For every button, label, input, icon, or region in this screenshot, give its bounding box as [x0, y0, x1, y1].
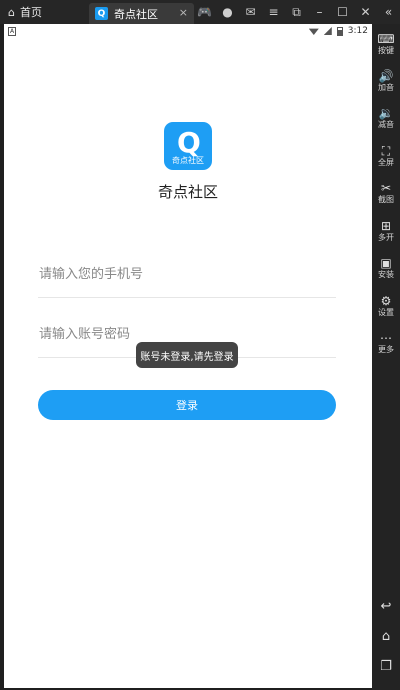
sidebar-item-4[interactable]: ✂ 截图 — [372, 181, 400, 205]
mail-icon[interactable]: ✉ — [239, 5, 262, 19]
scissors-icon: ✂ — [380, 181, 392, 195]
sidebar-item-label: 更多 — [378, 345, 394, 354]
menu-icon[interactable]: ≡ — [262, 5, 285, 19]
password-placeholder: 请输入账号密码 — [39, 327, 131, 342]
status-app-badge: A — [8, 27, 16, 36]
sidebar-item-2[interactable]: 🔉 减音 — [372, 106, 400, 130]
phone-placeholder: 请输入您的手机号 — [39, 267, 144, 282]
collapse-icon[interactable]: « — [377, 5, 400, 19]
emulator-sidebar: ⌨ 按键 🔊 加音 🔉 减音 ⛶ 全屏 ✂ 截图 ⊞ 多开 ▣ 安装 ⚙ 设置 ⋯ 更多 ↩ ⌂ ❐ — [372, 24, 400, 690]
gear-icon: ⚙ — [380, 294, 392, 308]
gamepad-icon[interactable]: 🎮 — [193, 5, 216, 19]
battery-icon — [336, 26, 343, 36]
back-icon[interactable]: ↩ — [372, 599, 400, 614]
emulator-window: ⌂ 首页 Q 奇点社区 × 🎮 ● ✉ ≡ ⧉ – ☐ ✕ « A 3:12 Q… — [0, 0, 400, 690]
close-icon[interactable]: ✕ — [354, 5, 377, 19]
fullscreen-icon: ⛶ — [381, 144, 391, 158]
sidebar-item-8[interactable]: ⋯ 更多 — [372, 331, 400, 355]
toast-message: 账号未登录,请先登录 — [136, 342, 238, 368]
app-tab-icon: Q — [95, 7, 108, 20]
title-bar: ⌂ 首页 Q 奇点社区 × 🎮 ● ✉ ≡ ⧉ – ☐ ✕ « — [0, 0, 400, 24]
sidebar-item-3[interactable]: ⛶ 全屏 — [372, 144, 400, 168]
tab-home[interactable]: ⌂ 首页 — [8, 4, 42, 20]
user-icon[interactable]: ● — [216, 5, 239, 19]
status-time: 3:12 — [347, 26, 368, 36]
home-icon[interactable]: ⌂ — [372, 629, 400, 644]
apk-install-icon: ▣ — [380, 256, 392, 270]
sidebar-item-label: 全屏 — [378, 158, 394, 167]
sidebar-item-0[interactable]: ⌨ 按键 — [372, 32, 400, 56]
logo-text: 奇点社区 — [172, 156, 204, 165]
tab-app-label: 奇点社区 — [114, 7, 158, 21]
minimize-icon[interactable]: – — [308, 5, 331, 19]
wifi-icon — [308, 28, 319, 35]
phone-screen: A 3:12 Q 奇点社区 奇点社区 请输入您的手机号 请输入账号密码 账号未登… — [4, 24, 372, 688]
sidebar-item-label: 安装 — [378, 270, 394, 279]
sidebar-item-6[interactable]: ▣ 安装 — [372, 256, 400, 280]
tab-close-icon[interactable]: × — [179, 6, 188, 19]
sidebar-item-1[interactable]: 🔊 加音 — [372, 69, 400, 93]
sidebar-item-label: 按键 — [378, 46, 394, 55]
window-controls: 🎮 ● ✉ ≡ ⧉ – ☐ ✕ « — [193, 0, 400, 24]
keyboard-icon: ⌨ — [377, 32, 395, 46]
tab-home-label: 首页 — [19, 6, 42, 19]
status-right: 3:12 — [308, 26, 368, 36]
sidebar-item-label: 多开 — [378, 233, 394, 242]
app-logo: Q 奇点社区 — [164, 122, 212, 170]
sidebar-item-label: 截图 — [378, 195, 394, 204]
sidebar-item-7[interactable]: ⚙ 设置 — [372, 294, 400, 318]
maximize-icon[interactable]: ☐ — [331, 5, 354, 19]
volume-up-icon: 🔊 — [378, 69, 394, 83]
login-button[interactable]: 登录 — [38, 390, 336, 420]
sidebar-item-label: 减音 — [378, 120, 394, 129]
multi-instance-icon: ⊞ — [380, 219, 392, 233]
more-icon: ⋯ — [380, 331, 392, 345]
home-icon: ⌂ — [8, 5, 15, 19]
status-bar: A 3:12 — [4, 24, 372, 40]
signal-icon — [323, 27, 332, 35]
volume-down-icon: 🔉 — [378, 106, 394, 120]
app-name: 奇点社区 — [157, 183, 218, 201]
tab-app[interactable]: Q 奇点社区 × — [89, 3, 194, 24]
recent-apps-icon[interactable]: ❐ — [372, 659, 400, 674]
popout-icon[interactable]: ⧉ — [285, 5, 308, 20]
sidebar-item-5[interactable]: ⊞ 多开 — [372, 219, 400, 243]
sidebar-item-label: 加音 — [378, 83, 394, 92]
sidebar-item-label: 设置 — [378, 308, 394, 317]
phone-input[interactable]: 请输入您的手机号 — [38, 248, 336, 298]
